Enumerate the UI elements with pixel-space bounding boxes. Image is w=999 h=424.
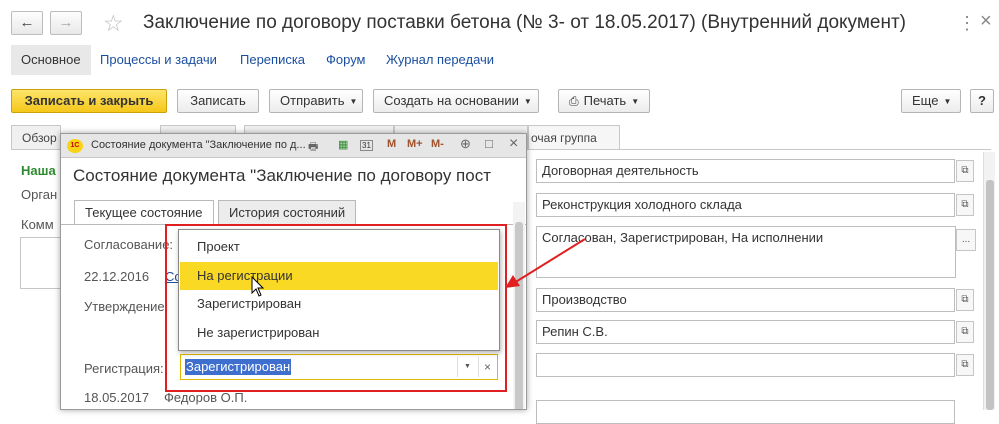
dialog-bar-title: Состояние документа "Заключение по д... (91, 139, 306, 151)
chevron-down-icon: ▼ (631, 96, 640, 106)
responsible-field[interactable]: Репин С.В. (536, 320, 955, 344)
status-select-label: ... (961, 234, 971, 245)
close-dialog-icon[interactable]: × (509, 135, 518, 153)
department-field[interactable]: Производство (536, 288, 955, 312)
zoom-icon[interactable]: ⊕ (460, 136, 471, 152)
arrow-left-icon: ← (19, 14, 35, 31)
open-responsible-button[interactable]: ⧉ (956, 321, 974, 343)
forward-button[interactable]: → (50, 11, 82, 35)
annotation-arrow-icon (505, 238, 586, 288)
approval-date: 22.12.2016 (84, 269, 150, 284)
save-close-label: Записать и закрыть (24, 93, 154, 108)
window-icon[interactable]: □ (485, 136, 493, 151)
memory-plus-icon[interactable]: M+ (407, 138, 423, 150)
save-close-button[interactable]: Записать и закрыть (11, 89, 167, 113)
tab-forum[interactable]: Форум (316, 45, 376, 75)
more-menu-icon[interactable]: ⋮ (958, 13, 976, 34)
tab-overview-label: Обзор (22, 131, 57, 145)
open-empty-button[interactable]: ⧉ (956, 354, 974, 376)
star-icon[interactable]: ☆ (103, 10, 124, 37)
tab-state-history[interactable]: История состояний (218, 200, 357, 225)
app-logo-icon: 1С (67, 139, 83, 153)
back-button[interactable]: ← (11, 11, 43, 35)
our-org-heading: Наша (21, 163, 56, 178)
tab-overview[interactable]: Обзор (11, 125, 61, 150)
chevron-down-icon: ▼ (943, 96, 952, 106)
chevron-down-icon: ▼ (349, 96, 358, 106)
help-label: ? (978, 93, 986, 108)
tab-correspondence[interactable]: Переписка (230, 45, 315, 75)
print-button[interactable]: ⎙ Печать ▼ (558, 89, 650, 113)
memory-minus-icon[interactable]: M- (431, 138, 444, 150)
scrollbar-thumb[interactable] (986, 180, 994, 410)
confirm-label: Утверждение: (84, 299, 169, 314)
tab-current-state-label: Текущее состояние (85, 205, 203, 220)
status-field[interactable]: Согласован, Зарегистрирован, На исполнен… (536, 226, 956, 278)
registration-label: Регистрация: (84, 361, 164, 376)
project-field[interactable]: Реконструкция холодного склада (536, 193, 955, 217)
lower-field[interactable] (536, 400, 955, 424)
calculator-icon[interactable]: ▦ (338, 138, 348, 151)
tab-current-state[interactable]: Текущее состояние (74, 200, 214, 225)
department-value: Производство (542, 292, 627, 307)
tab-processes[interactable]: Процессы и задачи (90, 45, 227, 75)
memory-m-icon[interactable]: M (387, 138, 396, 150)
tab-working-group[interactable]: очая группа (528, 125, 620, 150)
print-icon[interactable]: 🖶 (308, 138, 318, 157)
comment-field[interactable] (20, 237, 60, 289)
right-scrollbar[interactable] (983, 152, 995, 410)
tab-working-group-label: очая группа (531, 131, 597, 145)
registration-date: 18.05.2017 (84, 390, 150, 405)
open-project-button[interactable]: ⧉ (956, 194, 974, 216)
help-button[interactable]: ? (970, 89, 994, 113)
window-title: Заключение по договору поставки бетона (… (143, 12, 906, 33)
org-label: Орган (21, 187, 58, 202)
send-button[interactable]: Отправить ▼ (269, 89, 363, 113)
create-based-button[interactable]: Создать на основании ▼ (373, 89, 539, 113)
tab-transfer-log[interactable]: Журнал передачи (376, 45, 504, 75)
project-value: Реконструкция холодного склада (542, 197, 742, 212)
arrow-right-icon: → (58, 14, 74, 31)
highlight-frame (165, 224, 507, 392)
tab-state-history-label: История состояний (229, 205, 346, 220)
tab-main[interactable]: Основное (11, 45, 91, 75)
registration-person: Федоров О.П. (164, 390, 248, 405)
save-button[interactable]: Записать (177, 89, 259, 113)
send-label: Отправить (280, 93, 345, 108)
open-department-button[interactable]: ⧉ (956, 289, 974, 311)
dialog-title-bar: 1С Состояние документа "Заключение по д.… (61, 134, 526, 158)
approval-label: Согласование: (84, 237, 174, 252)
create-based-label: Создать на основании (384, 93, 519, 108)
save-label: Записать (190, 93, 246, 108)
dialog-heading: Состояние документа "Заключение по догов… (73, 166, 491, 185)
more-button[interactable]: Еще ▼ (901, 89, 961, 113)
calendar-icon[interactable]: 31 (360, 140, 373, 151)
printer-icon: ⎙ (569, 94, 579, 108)
responsible-value: Репин С.В. (542, 324, 608, 339)
activity-field[interactable]: Договорная деятельность (536, 159, 955, 183)
status-select-button[interactable]: ... (956, 229, 976, 251)
open-activity-button[interactable]: ⧉ (956, 160, 974, 182)
more-label: Еще (912, 93, 939, 108)
activity-value: Договорная деятельность (542, 163, 699, 178)
comment-label: Комм (21, 217, 54, 232)
close-icon[interactable]: × (980, 10, 992, 33)
empty-field[interactable] (536, 353, 955, 377)
chevron-down-icon: ▼ (523, 96, 532, 106)
print-label: Печать (583, 93, 627, 108)
